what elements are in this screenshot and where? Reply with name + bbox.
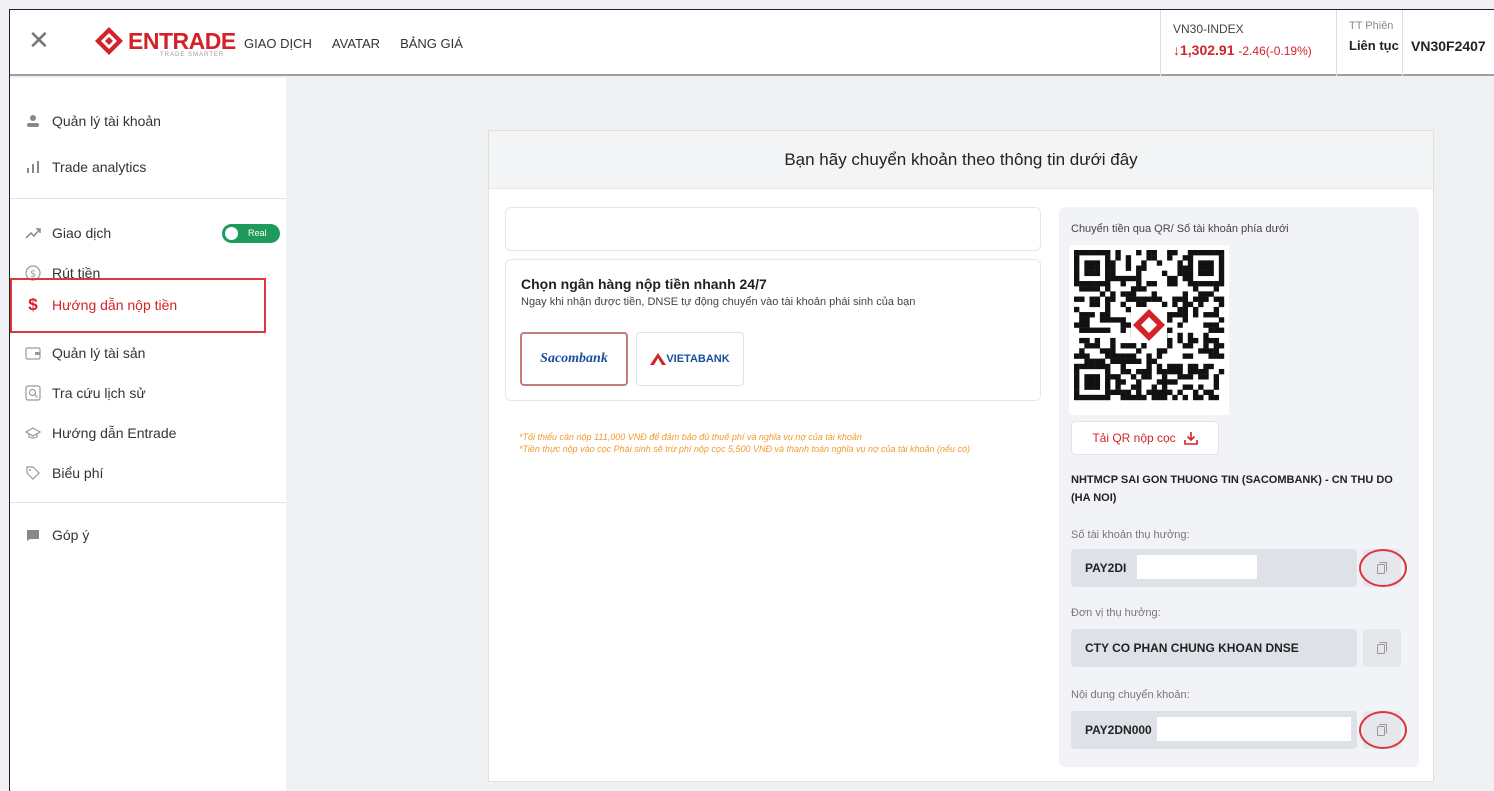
note-min-deposit: *Tối thiểu cần nộp 111,000 VNĐ để đảm bả… <box>519 432 862 442</box>
chat-icon <box>24 526 42 544</box>
sidebar-divider <box>10 198 286 199</box>
download-qr-button[interactable]: Tải QR nộp cọc <box>1071 421 1219 455</box>
account-number-value: PAY2DI <box>1085 561 1127 575</box>
search-history-icon <box>24 384 42 402</box>
sidebar-item-label: Hướng dẫn nộp tiền <box>52 297 178 313</box>
beneficiary-value: CTY CO PHAN CHUNG KHOAN DNSE <box>1085 641 1299 655</box>
sidebar-item-deposit-guide[interactable]: $ Hướng dẫn nộp tiền <box>24 292 177 318</box>
account-number-label: Số tài khoản thụ hưởng: <box>1071 529 1190 541</box>
beneficiary-bank-name: NHTMCP SAI GON THUONG TIN (SACOMBANK) - … <box>1071 474 1393 504</box>
sidebar-item-label: Góp ý <box>52 527 90 543</box>
session-value: Liên tục <box>1349 38 1399 53</box>
logo-tagline: TRADE SMARTER <box>160 52 225 58</box>
dollar-icon: $ <box>28 295 38 314</box>
sidebar: Quản lý tài khoản Trade analytics Giao d… <box>10 78 286 791</box>
account-number-field: PAY2DI <box>1071 549 1357 587</box>
contract-code[interactable]: VN30F2407 <box>1402 10 1494 76</box>
copy-beneficiary-button[interactable] <box>1363 629 1401 667</box>
bar-chart-icon <box>24 158 42 176</box>
vietabank-logo-icon <box>650 353 667 365</box>
sidebar-item-entrade-guide[interactable]: Hướng dẫn Entrade <box>24 420 176 446</box>
redacted-mask <box>1157 717 1351 741</box>
nav-avatar[interactable]: AVATAR <box>332 36 380 51</box>
toggle-label: Real <box>248 228 267 238</box>
deposit-card: Bạn hãy chuyển khoản theo thông tin dưới… <box>488 130 1434 782</box>
note-fee: *Tiền thực nộp vào cọc Phái sinh sẽ trừ … <box>519 444 971 454</box>
sidebar-item-label: Quản lý tài sản <box>52 345 146 361</box>
index-value: ↓1,302.91 -2.46(-0.19%) <box>1173 42 1334 58</box>
graduation-cap-icon <box>24 424 42 442</box>
bank-select-title: Chọn ngân hàng nộp tiền nhanh 24/7 <box>521 276 767 292</box>
sidebar-divider <box>10 502 286 503</box>
bank-option-sacombank[interactable]: Sacombank <box>520 332 628 386</box>
sidebar-item-fees[interactable]: Biểu phí <box>24 460 103 486</box>
sidebar-item-trading[interactable]: Giao dịch <box>24 220 111 246</box>
app-frame: ✕ ENTRADE TRADE SMARTER GIAO DỊCH AVATAR… <box>9 9 1494 791</box>
session-label: TT Phiên <box>1349 20 1394 32</box>
vietabank-logo: VIETABANK <box>666 353 730 365</box>
download-icon <box>1183 432 1198 445</box>
close-icon[interactable]: ✕ <box>28 28 54 54</box>
top-nav: GIAO DỊCH AVATAR BẢNG GIÁ <box>244 36 463 51</box>
logo-text: ENTRADE <box>128 28 236 54</box>
wallet-icon <box>24 344 42 362</box>
card-title: Bạn hãy chuyển khoản theo thông tin dưới… <box>489 131 1433 189</box>
sidebar-item-label: Trade analytics <box>52 159 147 175</box>
real-mode-toggle[interactable]: Real <box>222 224 280 243</box>
sacombank-logo: Sacombank <box>540 351 608 366</box>
sidebar-item-label: Quản lý tài khoản <box>52 113 161 129</box>
qr-code-image <box>1069 245 1229 415</box>
download-qr-label: Tải QR nộp cọc <box>1092 431 1176 445</box>
deposit-notes: *Tối thiểu cần nộp 111,000 VNĐ để đảm bả… <box>519 431 1039 455</box>
index-price: ↓1,302.91 <box>1173 42 1235 58</box>
index-change: -2.46(-0.19%) <box>1238 44 1312 58</box>
trade-icon <box>24 224 42 242</box>
index-ticker[interactable]: VN30-INDEX ↓1,302.91 -2.46(-0.19%) <box>1160 10 1334 76</box>
copy-highlight-circle <box>1359 549 1407 587</box>
sidebar-item-trade-analytics[interactable]: Trade analytics <box>24 154 146 180</box>
bank-select-box: Chọn ngân hàng nộp tiền nhanh 24/7 Ngay … <box>505 259 1041 401</box>
tag-icon <box>24 464 42 482</box>
index-label: VN30-INDEX <box>1173 22 1244 36</box>
blank-info-box <box>505 207 1041 251</box>
transfer-content-field: PAY2DN000 <box>1071 711 1357 749</box>
entrade-logo-mark-icon <box>95 27 123 55</box>
redacted-mask <box>1137 555 1257 579</box>
qr-caption: Chuyển tiền qua QR/ Số tài khoản phía dư… <box>1071 223 1289 235</box>
transfer-panel: Chuyển tiền qua QR/ Số tài khoản phía dư… <box>1059 207 1419 767</box>
session-status: TT Phiên Liên tục <box>1336 10 1402 76</box>
copy-icon <box>1377 642 1387 654</box>
user-icon <box>24 112 42 130</box>
sidebar-item-assets[interactable]: Quản lý tài sản <box>24 340 145 366</box>
copy-highlight-circle <box>1359 711 1407 749</box>
nav-bang-gia[interactable]: BẢNG GIÁ <box>400 36 463 51</box>
sidebar-item-label: Tra cứu lịch sử <box>52 385 146 401</box>
beneficiary-field: CTY CO PHAN CHUNG KHOAN DNSE <box>1071 629 1357 667</box>
transfer-content-value: PAY2DN000 <box>1085 723 1152 737</box>
sidebar-item-label: Hướng dẫn Entrade <box>52 425 177 441</box>
bank-select-desc: Ngay khi nhận được tiền, DNSE tự động ch… <box>521 296 916 308</box>
sidebar-item-label: Giao dịch <box>52 225 112 241</box>
sidebar-item-account[interactable]: Quản lý tài khoản <box>24 108 161 134</box>
sidebar-item-label: Biểu phí <box>52 465 104 481</box>
bank-option-vietabank[interactable]: VIETABANK <box>636 332 744 386</box>
sidebar-item-feedback[interactable]: Góp ý <box>24 522 89 548</box>
beneficiary-label: Đơn vị thụ hưởng: <box>1071 607 1161 619</box>
sidebar-item-history[interactable]: Tra cứu lịch sử <box>24 380 146 406</box>
top-header: ✕ ENTRADE TRADE SMARTER GIAO DỊCH AVATAR… <box>10 10 1494 76</box>
nav-giao-dich[interactable]: GIAO DỊCH <box>244 36 312 51</box>
transfer-content-label: Nội dung chuyển khoản: <box>1071 689 1190 701</box>
toggle-knob <box>225 227 238 240</box>
